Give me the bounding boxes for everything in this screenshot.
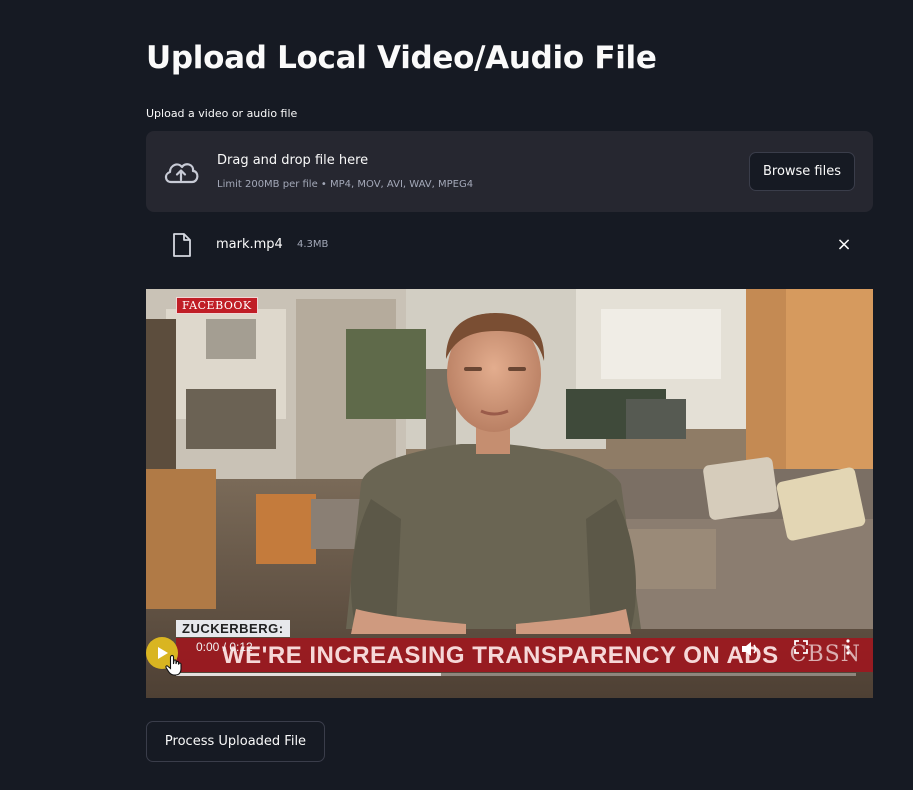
browse-files-button[interactable]: Browse files [749, 152, 855, 191]
fullscreen-icon[interactable] [794, 640, 808, 654]
file-size: 4.3MB [297, 239, 329, 250]
brand-tag: FACEBOOK [176, 297, 258, 314]
progress-bar[interactable] [176, 673, 856, 676]
volume-icon[interactable] [741, 641, 759, 657]
uploaded-file-row: mark.mp4 4.3MB × [146, 226, 873, 266]
more-options-icon[interactable] [846, 639, 850, 655]
time-display: 0:00 / 0:12 [196, 640, 253, 654]
progress-buffered [176, 673, 442, 676]
cloud-upload-icon [164, 163, 199, 184]
process-uploaded-file-button[interactable]: Process Uploaded File [146, 721, 325, 762]
lower-third-name: ZUCKERBERG: [176, 620, 290, 637]
file-dropzone[interactable]: Drag and drop file here Limit 200MB per … [146, 131, 873, 212]
dropzone-limit: Limit 200MB per file • MP4, MOV, AVI, WA… [217, 179, 474, 190]
page-title: Upload Local Video/Audio File [146, 40, 657, 76]
video-player[interactable]: FACEBOOK ZUCKERBERG: WE'RE INCREASING TR… [146, 289, 873, 698]
upload-label: Upload a video or audio file [146, 107, 298, 120]
remove-file-button[interactable]: × [833, 234, 855, 256]
dropzone-instructions: Drag and drop file here [217, 153, 369, 168]
news-banner: WE'RE INCREASING TRANSPARENCY ON ADS CBS… [176, 638, 873, 672]
news-headline: WE'RE INCREASING TRANSPARENCY ON ADS [222, 642, 779, 669]
file-icon [173, 233, 191, 257]
hand-cursor-icon [165, 654, 182, 676]
file-name: mark.mp4 [216, 237, 283, 252]
